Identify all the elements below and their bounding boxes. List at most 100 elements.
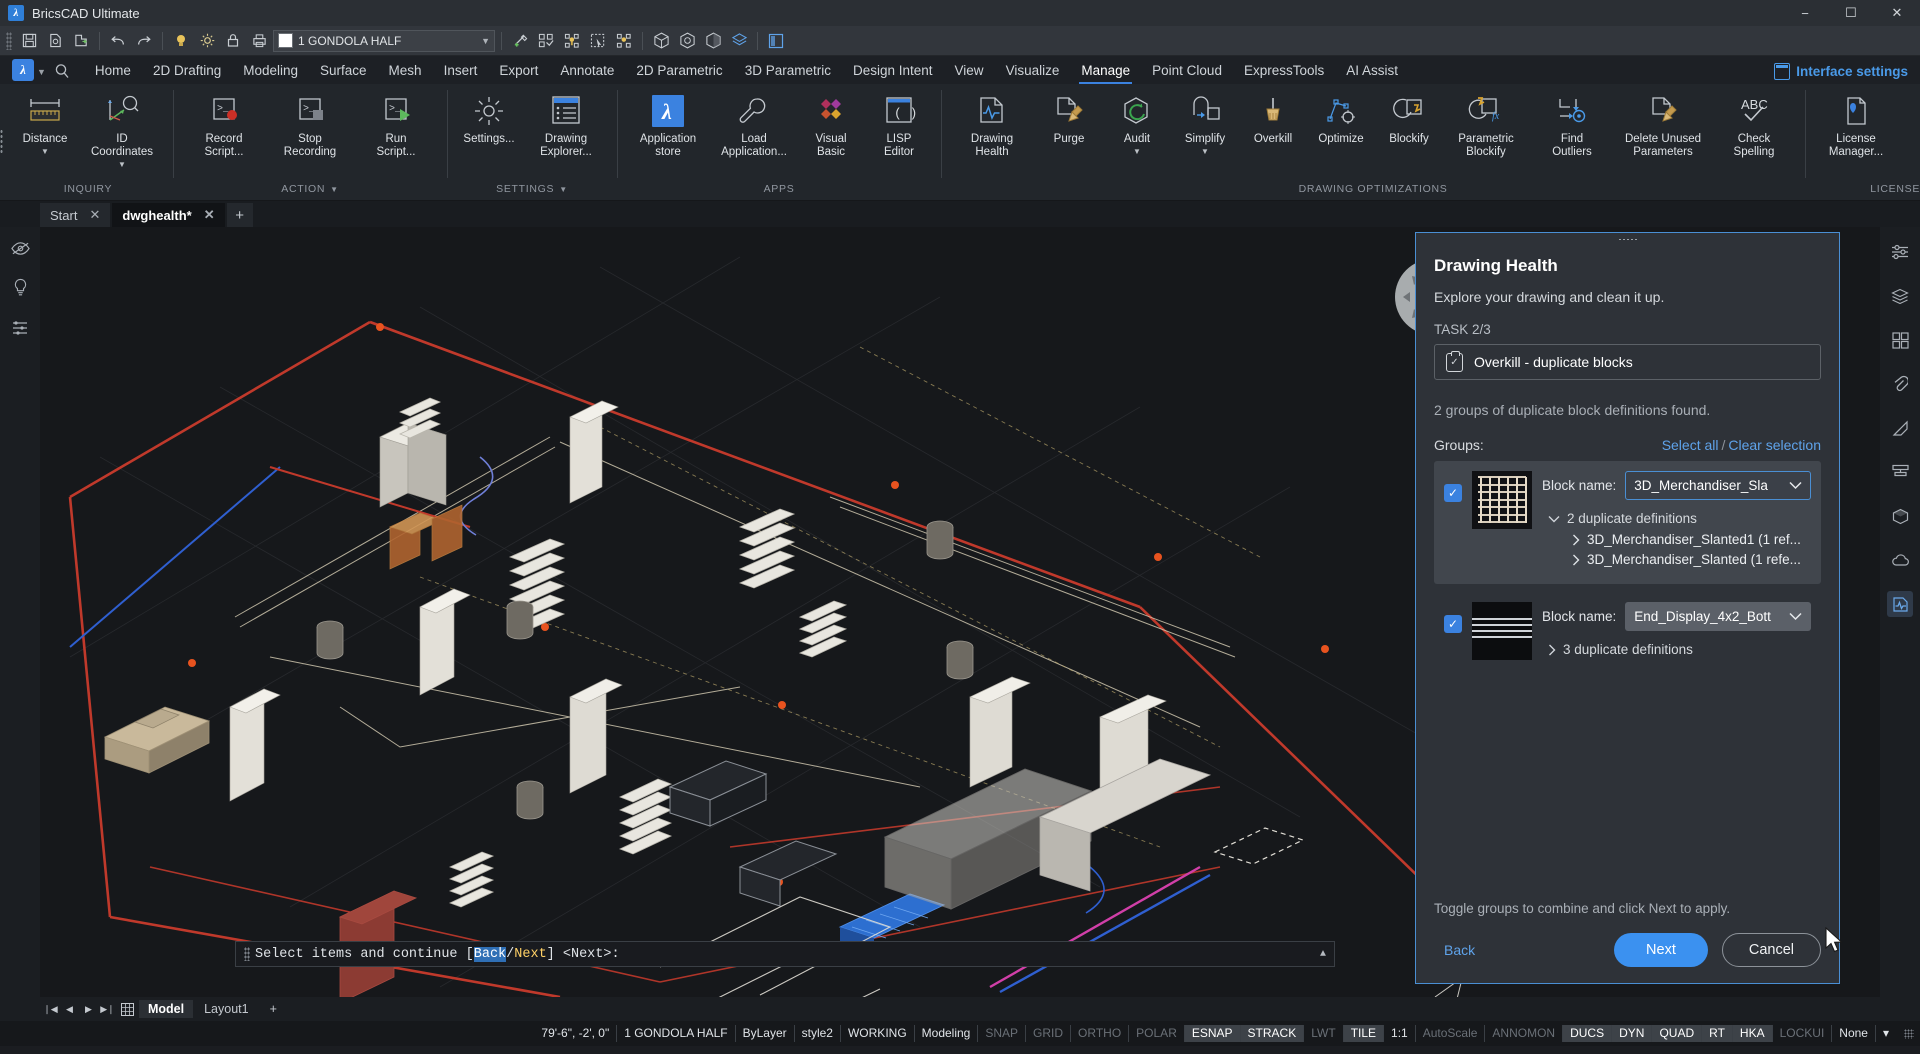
ribbon-tab-2d-parametric[interactable]: 2D Parametric (625, 59, 733, 84)
status-toggle-strack[interactable]: STRACK (1239, 1025, 1304, 1042)
status-toggle-lwt[interactable]: LWT (1303, 1025, 1342, 1042)
command-line-grip[interactable] (244, 947, 250, 961)
ribbon-button-audit[interactable]: Audit ▼ (1103, 88, 1171, 156)
ribbon-tab-modeling[interactable]: Modeling (232, 59, 309, 84)
chevron-right-icon[interactable] (1548, 644, 1556, 656)
block-name-select[interactable]: 3D_Merchandiser_Sla (1625, 471, 1811, 500)
ribbon-button-purge[interactable]: Purge (1035, 88, 1103, 146)
ribbon-tab-manage[interactable]: Manage (1070, 59, 1141, 84)
chevron-down-icon[interactable]: ▼ (330, 185, 339, 194)
status-toggle-autoscale[interactable]: AutoScale (1414, 1025, 1485, 1042)
redo-icon[interactable] (132, 30, 156, 52)
ribbon-tab-view[interactable]: View (944, 59, 995, 84)
lightbulb-icon[interactable] (169, 30, 193, 52)
duplicate-definition-item[interactable]: 3D_Merchandiser_Slanted1 (1 ref... (1542, 532, 1811, 547)
duplicate-group-row[interactable]: ✓ Block name: End_Display_4x2_Bott 3 duplic… (1434, 592, 1821, 675)
ribbon-button-overkill[interactable]: Overkill (1239, 88, 1307, 146)
ribbon-tab-visualize[interactable]: Visualize (995, 59, 1071, 84)
chevron-down-icon[interactable]: ▼ (118, 161, 126, 169)
status-toggle-modeling[interactable]: Modeling (913, 1025, 978, 1042)
panel-icon[interactable] (764, 30, 788, 52)
status-toggle-snap[interactable]: SNAP (977, 1025, 1025, 1042)
ribbon-button-record-script[interactable]: >_ Record Script... (181, 88, 267, 159)
layers-icon[interactable] (727, 30, 751, 52)
layout-tab-layout1[interactable]: Layout1 (195, 1000, 257, 1018)
status-toggle-rt[interactable]: RT (1701, 1025, 1732, 1042)
chevron-down-icon[interactable]: ▼ (41, 148, 49, 156)
ribbon-button-run-script[interactable]: >_ Run Script... (353, 88, 439, 159)
status-toggle-annomon[interactable]: ANNOMON (1484, 1025, 1562, 1042)
next-button[interactable]: Next (1614, 933, 1708, 967)
properties-icon[interactable] (1887, 415, 1913, 441)
command-option-next[interactable]: Next (514, 947, 546, 962)
chevron-down-icon[interactable] (1789, 612, 1802, 621)
chevron-right-icon[interactable] (1572, 554, 1580, 566)
save-icon[interactable] (17, 30, 41, 52)
ribbon-tab-2d-drafting[interactable]: 2D Drafting (142, 59, 232, 84)
status-toggle-style2[interactable]: style2 (793, 1025, 840, 1042)
document-tab-dwghealth[interactable]: dwghealth* ✕ (112, 203, 225, 227)
ribbon-tab-home[interactable]: Home (84, 59, 142, 84)
drawing-canvas[interactable]: Z Y X Drawing Health Explore y (40, 227, 1880, 997)
coordinates-readout[interactable]: 79'-6", -2', 0" (534, 1025, 616, 1042)
ribbon-button-check-spelling[interactable]: ABC Check Spelling (1711, 88, 1797, 159)
status-toggle-tile[interactable]: TILE (1342, 1025, 1384, 1042)
chevron-down-icon[interactable]: ▼ (37, 67, 46, 77)
print-icon[interactable] (247, 30, 271, 52)
ribbon-button-application-store[interactable]: λ Application store (625, 88, 711, 159)
settings-sliders-icon[interactable] (1887, 239, 1913, 265)
status-toggle-1-1[interactable]: 1:1 (1383, 1025, 1415, 1042)
status-toggle-polar[interactable]: POLAR (1128, 1025, 1184, 1042)
ribbon-button-drawing-health[interactable]: Drawing Health (949, 88, 1035, 159)
prev-layout-button[interactable]: ◀ (61, 1001, 78, 1018)
visibility-icon[interactable] (10, 241, 30, 256)
next-layout-button[interactable]: ▶ (80, 1001, 97, 1018)
block-name-select[interactable]: End_Display_4x2_Bott (1625, 602, 1811, 631)
ribbon-button-find-outliers[interactable]: Find Outliers (1529, 88, 1615, 159)
minimize-button[interactable]: − (1782, 0, 1828, 26)
new-tab-button[interactable]: + (226, 203, 253, 227)
status-toggle-bylayer[interactable]: ByLayer (734, 1025, 794, 1042)
structure-icon[interactable] (1887, 459, 1913, 485)
chevron-up-icon[interactable]: ▲ (1320, 949, 1326, 960)
layer-control[interactable]: 1 GONDOLA HALF ▼ (273, 29, 495, 52)
interface-settings-button[interactable]: Interface settings (1774, 63, 1908, 80)
chevron-down-icon[interactable] (1789, 481, 1802, 490)
close-icon[interactable]: ✕ (204, 207, 215, 223)
pick-add-icon[interactable] (508, 30, 532, 52)
back-button[interactable]: Back (1434, 936, 1485, 964)
ribbon-button-delete-unused-parameters[interactable]: Delete Unused Parameters (1615, 88, 1711, 159)
quick-select-icon[interactable] (586, 30, 610, 52)
toolbar-grip[interactable] (6, 31, 12, 50)
drawing-health-icon[interactable] (1887, 591, 1913, 617)
ribbon-button-blockify[interactable]: Blockify (1375, 88, 1443, 146)
ribbon-button-license-manager[interactable]: License Manager... (1813, 88, 1899, 159)
bricscad-menu-icon[interactable]: λ (12, 59, 34, 81)
render-icon[interactable] (1887, 503, 1913, 529)
3d-shade-icon[interactable] (701, 30, 725, 52)
ribbon-tab-ai-assist[interactable]: AI Assist (1335, 59, 1409, 84)
select-similar-icon[interactable] (534, 30, 558, 52)
clear-selection-link[interactable]: Clear selection (1728, 437, 1821, 453)
resize-grip[interactable] (1904, 1028, 1914, 1039)
status-toggle-hka[interactable]: HKA (1731, 1025, 1772, 1042)
duplicate-definitions-toggle[interactable]: 2 duplicate definitions (1542, 511, 1811, 526)
status-toggle-ortho[interactable]: ORTHO (1070, 1025, 1128, 1042)
chevron-down-icon[interactable] (1548, 515, 1560, 523)
ribbon-button-parametric-blockify[interactable]: fx Parametric Blockify (1443, 88, 1529, 159)
first-layout-button[interactable]: ❘◀ (42, 1001, 59, 1018)
ribbon-button-stop-recording[interactable]: >_ Stop Recording (267, 88, 353, 159)
ribbon-tab-mesh[interactable]: Mesh (378, 59, 433, 84)
undo-icon[interactable] (106, 30, 130, 52)
ribbon-tab-3d-parametric[interactable]: 3D Parametric (734, 59, 842, 84)
ribbon-button-lisp-editor[interactable]: ( ) LISP Editor (865, 88, 933, 159)
duplicate-definitions-toggle[interactable]: 3 duplicate definitions (1542, 642, 1811, 657)
select-filter-icon[interactable] (560, 30, 584, 52)
ribbon-tab-insert[interactable]: Insert (433, 59, 489, 84)
lock-icon[interactable] (221, 30, 245, 52)
status-toggle-esnap[interactable]: ESNAP (1183, 1025, 1240, 1042)
group-checkbox[interactable]: ✓ (1444, 484, 1462, 502)
layout-tab-model[interactable]: Model (139, 1000, 194, 1018)
grid-icon[interactable] (119, 1001, 136, 1018)
cloud-icon[interactable] (1887, 547, 1913, 573)
